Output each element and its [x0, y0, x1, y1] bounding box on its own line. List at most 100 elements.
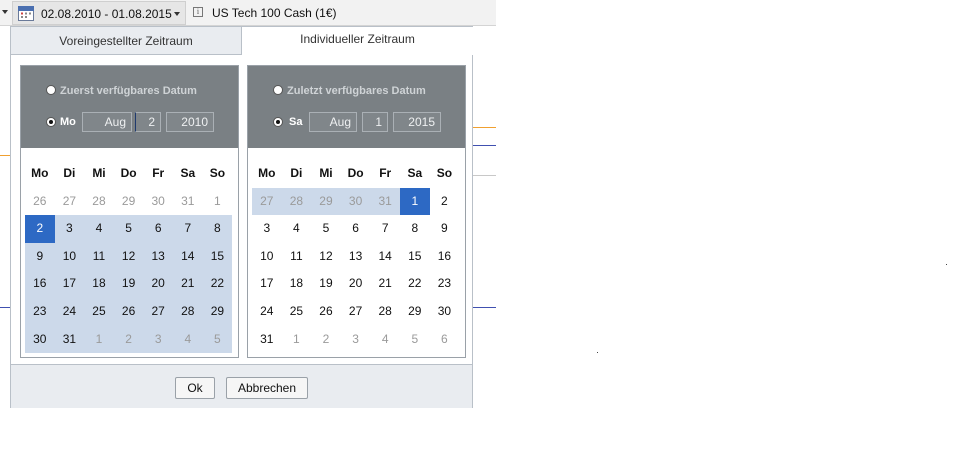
- calendar-day[interactable]: 24: [54, 298, 85, 326]
- calendar-day[interactable]: 27: [143, 298, 173, 326]
- calendar-day[interactable]: 21: [173, 270, 203, 298]
- calendar-day[interactable]: 30: [430, 298, 460, 326]
- calendar-day[interactable]: 31: [252, 326, 282, 354]
- symbol-name[interactable]: US Tech 100 Cash (1€): [212, 6, 337, 20]
- calendar-day[interactable]: 16: [430, 243, 460, 271]
- calendar-day[interactable]: 19: [311, 270, 341, 298]
- calendar-day[interactable]: 26: [311, 298, 341, 326]
- calendar-day[interactable]: 28: [370, 298, 400, 326]
- calendar-day[interactable]: 5: [202, 325, 233, 354]
- calendar-day[interactable]: 1: [282, 326, 312, 354]
- calendar-day[interactable]: 3: [252, 215, 282, 243]
- end-date-radio[interactable]: [273, 117, 283, 127]
- calendar-day[interactable]: 14: [173, 242, 203, 271]
- calendar-day[interactable]: 23: [430, 270, 460, 298]
- calendar-day[interactable]: 6: [430, 326, 460, 354]
- calendar-day[interactable]: 26: [25, 188, 55, 216]
- calendar-day[interactable]: 4: [370, 326, 400, 354]
- calendar-day[interactable]: 26: [113, 298, 144, 326]
- calendar-day[interactable]: 5: [311, 215, 341, 243]
- first-available-radio[interactable]: [46, 85, 56, 95]
- calendar-day[interactable]: 31: [173, 188, 203, 216]
- calendar-day[interactable]: 29: [114, 188, 144, 216]
- calendar-day[interactable]: 9: [25, 242, 55, 271]
- calendar-day[interactable]: 17: [252, 270, 282, 298]
- calendar-day[interactable]: 17: [54, 270, 85, 298]
- calendar-day[interactable]: 2: [113, 325, 144, 354]
- calendar-day[interactable]: 4: [173, 325, 203, 354]
- calendar-day[interactable]: 24: [252, 298, 282, 326]
- calendar-day[interactable]: 7: [370, 215, 400, 243]
- calendar-day[interactable]: 6: [341, 215, 371, 243]
- calendar-day[interactable]: 9: [430, 215, 460, 243]
- calendar-day[interactable]: 3: [143, 325, 173, 354]
- calendar-day[interactable]: 13: [341, 243, 371, 271]
- calendar-day[interactable]: 14: [370, 243, 400, 271]
- end-month-field[interactable]: Aug: [309, 112, 357, 132]
- calendar-day[interactable]: 11: [84, 242, 114, 271]
- calendar-day[interactable]: 13: [143, 242, 173, 271]
- calendar-day[interactable]: 2: [311, 326, 341, 354]
- calendar-day[interactable]: 18: [282, 270, 312, 298]
- calendar-day[interactable]: 31: [54, 325, 85, 354]
- calendar-day[interactable]: 15: [202, 242, 233, 271]
- calendar-day[interactable]: 30: [143, 188, 173, 216]
- calendar-day[interactable]: 3: [341, 326, 371, 354]
- calendar-day[interactable]: 10: [54, 242, 85, 271]
- calendar-day[interactable]: 25: [84, 298, 114, 326]
- calendar-day[interactable]: 3: [54, 215, 85, 243]
- dropdown-arrow-icon[interactable]: [2, 10, 8, 14]
- calendar-day[interactable]: 12: [113, 242, 144, 271]
- calendar-day[interactable]: 29: [202, 298, 233, 326]
- end-day-field[interactable]: 1: [362, 112, 388, 132]
- ok-button[interactable]: Ok: [175, 377, 215, 399]
- start-month-field[interactable]: Aug: [82, 112, 132, 132]
- start-year-field[interactable]: 2010: [166, 112, 214, 132]
- info-icon[interactable]: i: [193, 7, 203, 17]
- calendar-day[interactable]: 28: [173, 298, 203, 326]
- calendar-day[interactable]: 27: [55, 188, 85, 216]
- calendar-day[interactable]: 30: [340, 187, 371, 216]
- calendar-day[interactable]: 22: [400, 270, 430, 298]
- last-available-radio[interactable]: [273, 85, 283, 95]
- calendar-day[interactable]: 5: [113, 215, 144, 243]
- calendar-day[interactable]: 4: [84, 215, 114, 243]
- start-date-radio[interactable]: [46, 117, 56, 127]
- calendar-day[interactable]: 11: [282, 243, 312, 271]
- end-year-field[interactable]: 2015: [393, 112, 441, 132]
- calendar-day[interactable]: 1: [84, 325, 114, 354]
- start-day-field[interactable]: 2: [135, 112, 161, 132]
- calendar-day[interactable]: 2: [25, 215, 55, 243]
- calendar-day[interactable]: 29: [400, 298, 430, 326]
- calendar-day[interactable]: 16: [25, 270, 55, 298]
- tab-preset-range[interactable]: Voreingestellter Zeitraum: [11, 27, 242, 55]
- calendar-day[interactable]: 5: [400, 326, 430, 354]
- calendar-day[interactable]: 1: [400, 187, 430, 216]
- calendar-day[interactable]: 8: [202, 215, 233, 243]
- tab-custom-range[interactable]: Individueller Zeitraum: [242, 27, 473, 55]
- cancel-button[interactable]: Abbrechen: [226, 377, 308, 399]
- calendar-day[interactable]: 6: [143, 215, 173, 243]
- calendar-day[interactable]: 12: [311, 243, 341, 271]
- calendar-day[interactable]: 15: [400, 243, 430, 271]
- calendar-day[interactable]: 20: [341, 270, 371, 298]
- calendar-day[interactable]: 29: [311, 187, 341, 216]
- calendar-day[interactable]: 21: [370, 270, 400, 298]
- calendar-day[interactable]: 25: [282, 298, 312, 326]
- calendar-day[interactable]: 10: [252, 243, 282, 271]
- calendar-day[interactable]: 28: [281, 187, 312, 216]
- calendar-day[interactable]: 19: [113, 270, 144, 298]
- calendar-day[interactable]: 27: [341, 298, 371, 326]
- calendar-day[interactable]: 20: [143, 270, 173, 298]
- calendar-day[interactable]: 18: [84, 270, 114, 298]
- calendar-day[interactable]: 30: [25, 325, 55, 354]
- calendar-day[interactable]: 8: [400, 215, 430, 243]
- calendar-day[interactable]: 23: [25, 298, 55, 326]
- calendar-day[interactable]: 1: [203, 188, 233, 216]
- calendar-day[interactable]: 2: [430, 188, 460, 216]
- calendar-day[interactable]: 31: [370, 187, 400, 216]
- calendar-day[interactable]: 22: [202, 270, 233, 298]
- date-range-button[interactable]: 02.08.2010 - 01.08.2015: [12, 1, 186, 25]
- calendar-day[interactable]: 4: [282, 215, 312, 243]
- calendar-day[interactable]: 27: [252, 187, 282, 216]
